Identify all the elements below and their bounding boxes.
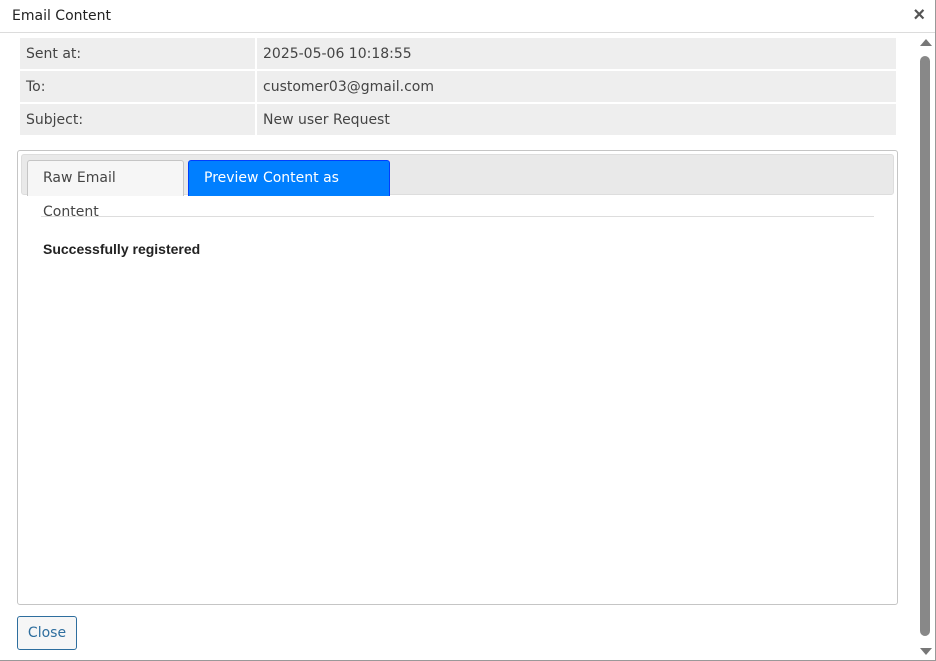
email-content-dialog: Email Content × Sent at: 2025-05-06 10:1… <box>0 0 936 661</box>
preview-body-text: Successfully registered <box>43 241 201 257</box>
dialog-title: Email Content <box>12 8 111 24</box>
preview-divider <box>41 216 874 217</box>
dialog-titlebar: Email Content × <box>0 0 935 33</box>
meta-row-to: To: customer03@gmail.com <box>20 71 896 102</box>
to-label: To: <box>20 71 255 102</box>
meta-row-sent: Sent at: 2025-05-06 10:18:55 <box>20 38 896 69</box>
scroll-up-arrow-icon[interactable] <box>920 39 932 46</box>
content-tabs-panel: Raw Email Content Preview Content as HTM… <box>17 150 898 605</box>
to-value: customer03@gmail.com <box>257 71 896 102</box>
close-button[interactable]: Close <box>17 616 77 650</box>
subject-value: New user Request <box>257 104 896 135</box>
tab-bar: Raw Email Content Preview Content as HTM… <box>21 154 894 220</box>
tab-preview-html[interactable]: Preview Content as HTML <box>188 160 390 220</box>
scrollbar-thumb[interactable] <box>920 56 930 636</box>
sent-at-value: 2025-05-06 10:18:55 <box>257 38 896 69</box>
email-meta-table: Sent at: 2025-05-06 10:18:55 To: custome… <box>18 36 898 137</box>
vertical-scrollbar[interactable] <box>917 36 934 658</box>
close-icon[interactable]: × <box>913 4 925 26</box>
scroll-down-arrow-icon[interactable] <box>920 648 932 655</box>
meta-row-subject: Subject: New user Request <box>20 104 896 135</box>
sent-at-label: Sent at: <box>20 38 255 69</box>
tab-raw-email-content[interactable]: Raw Email Content <box>27 160 184 220</box>
subject-label: Subject: <box>20 104 255 135</box>
